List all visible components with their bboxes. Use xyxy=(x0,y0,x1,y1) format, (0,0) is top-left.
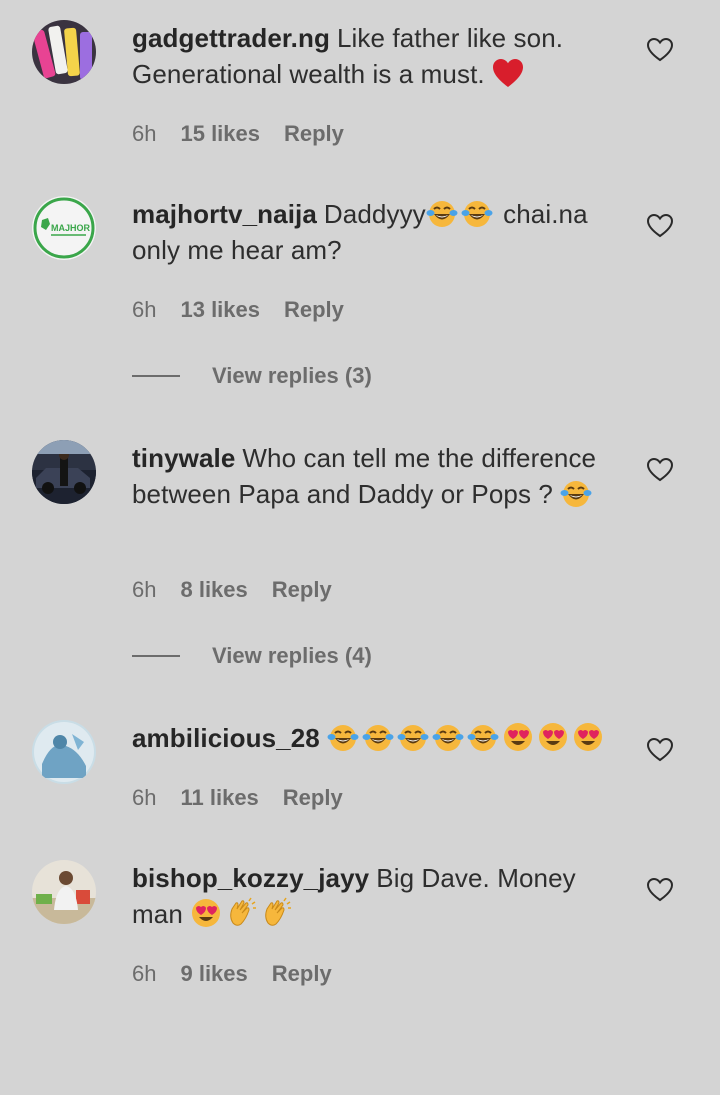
view-replies-divider xyxy=(132,375,180,377)
comment-meta: 6h 9 likes Reply xyxy=(132,960,356,988)
tears-of-joy-emoji xyxy=(560,477,592,509)
comment-username[interactable]: ambilicious_28 xyxy=(132,723,320,753)
tears-of-joy-emoji xyxy=(397,721,429,753)
comment-text: bishop_kozzy_jayy Big Dave. Money man xyxy=(132,860,622,932)
comment-text: tinywale Who can tell me the difference b… xyxy=(132,440,622,512)
like-heart-icon[interactable] xyxy=(646,456,674,484)
heart-eyes-emoji xyxy=(537,721,569,753)
like-heart-icon[interactable] xyxy=(646,876,674,904)
comment-time: 6h xyxy=(132,785,157,810)
view-replies-button[interactable]: View replies (3) xyxy=(132,362,372,390)
view-replies-button[interactable]: View replies (4) xyxy=(132,642,372,670)
tears-of-joy-emoji xyxy=(362,721,394,753)
reply-button[interactable]: Reply xyxy=(284,121,344,146)
reply-button[interactable]: Reply xyxy=(272,961,332,986)
comment-meta: 6h 15 likes Reply xyxy=(132,120,368,148)
tears-of-joy-emoji xyxy=(327,721,359,753)
avatar[interactable] xyxy=(32,440,96,504)
comment-time: 6h xyxy=(132,961,157,986)
tears-of-joy-emoji xyxy=(467,721,499,753)
heart-eyes-emoji xyxy=(502,721,534,753)
comment-time: 6h xyxy=(132,121,157,146)
tears-of-joy-emoji xyxy=(461,197,493,229)
comment-username[interactable]: bishop_kozzy_jayy xyxy=(132,863,369,893)
tears-of-joy-emoji xyxy=(426,197,458,229)
clapping-hands-emoji xyxy=(260,897,292,929)
view-replies-label[interactable]: View replies (4) xyxy=(212,643,372,668)
heart-eyes-emoji xyxy=(190,897,222,929)
comment-username[interactable]: majhortv_naija xyxy=(132,199,317,229)
comment-likes[interactable]: 11 likes xyxy=(180,785,258,810)
heart-eyes-emoji xyxy=(572,721,604,753)
comment-likes[interactable]: 13 likes xyxy=(180,297,260,322)
comment-meta: 6h 11 likes Reply xyxy=(132,784,367,812)
view-replies-divider xyxy=(132,655,180,657)
comment-time: 6h xyxy=(132,297,157,322)
avatar[interactable] xyxy=(32,720,96,784)
comment-text: ambilicious_28 xyxy=(132,720,622,756)
avatar-logo-text: MAJHOR xyxy=(51,223,91,233)
comment-body-start: Daddyyy xyxy=(323,199,426,229)
avatar[interactable] xyxy=(32,860,96,924)
comment-username[interactable]: tinywale xyxy=(132,443,235,473)
like-heart-icon[interactable] xyxy=(646,212,674,240)
comment-time: 6h xyxy=(132,577,157,602)
tears-of-joy-emoji xyxy=(432,721,464,753)
view-replies-label[interactable]: View replies (3) xyxy=(212,363,372,388)
comment-text: majhortv_naija Daddyyy chai.na only me he… xyxy=(132,196,622,268)
reply-button[interactable]: Reply xyxy=(283,785,343,810)
comment-meta: 6h 8 likes Reply xyxy=(132,576,356,604)
like-heart-icon[interactable] xyxy=(646,36,674,64)
comment-meta: 6h 13 likes Reply xyxy=(132,296,368,324)
comment-likes[interactable]: 15 likes xyxy=(180,121,260,146)
comment-username[interactable]: gadgettrader.ng xyxy=(132,23,330,53)
like-heart-icon[interactable] xyxy=(646,736,674,764)
reply-button[interactable]: Reply xyxy=(284,297,344,322)
comment-likes[interactable]: 8 likes xyxy=(180,577,247,602)
avatar[interactable] xyxy=(32,20,96,84)
clapping-hands-emoji xyxy=(225,897,257,929)
comment-likes[interactable]: 9 likes xyxy=(180,961,247,986)
reply-button[interactable]: Reply xyxy=(272,577,332,602)
comments-list: gadgettrader.ng Like father like son. Gen… xyxy=(0,0,720,1095)
avatar[interactable]: MAJHOR xyxy=(32,196,96,260)
red-heart-emoji xyxy=(491,57,525,89)
comment-text: gadgettrader.ng Like father like son. Gen… xyxy=(132,20,622,92)
